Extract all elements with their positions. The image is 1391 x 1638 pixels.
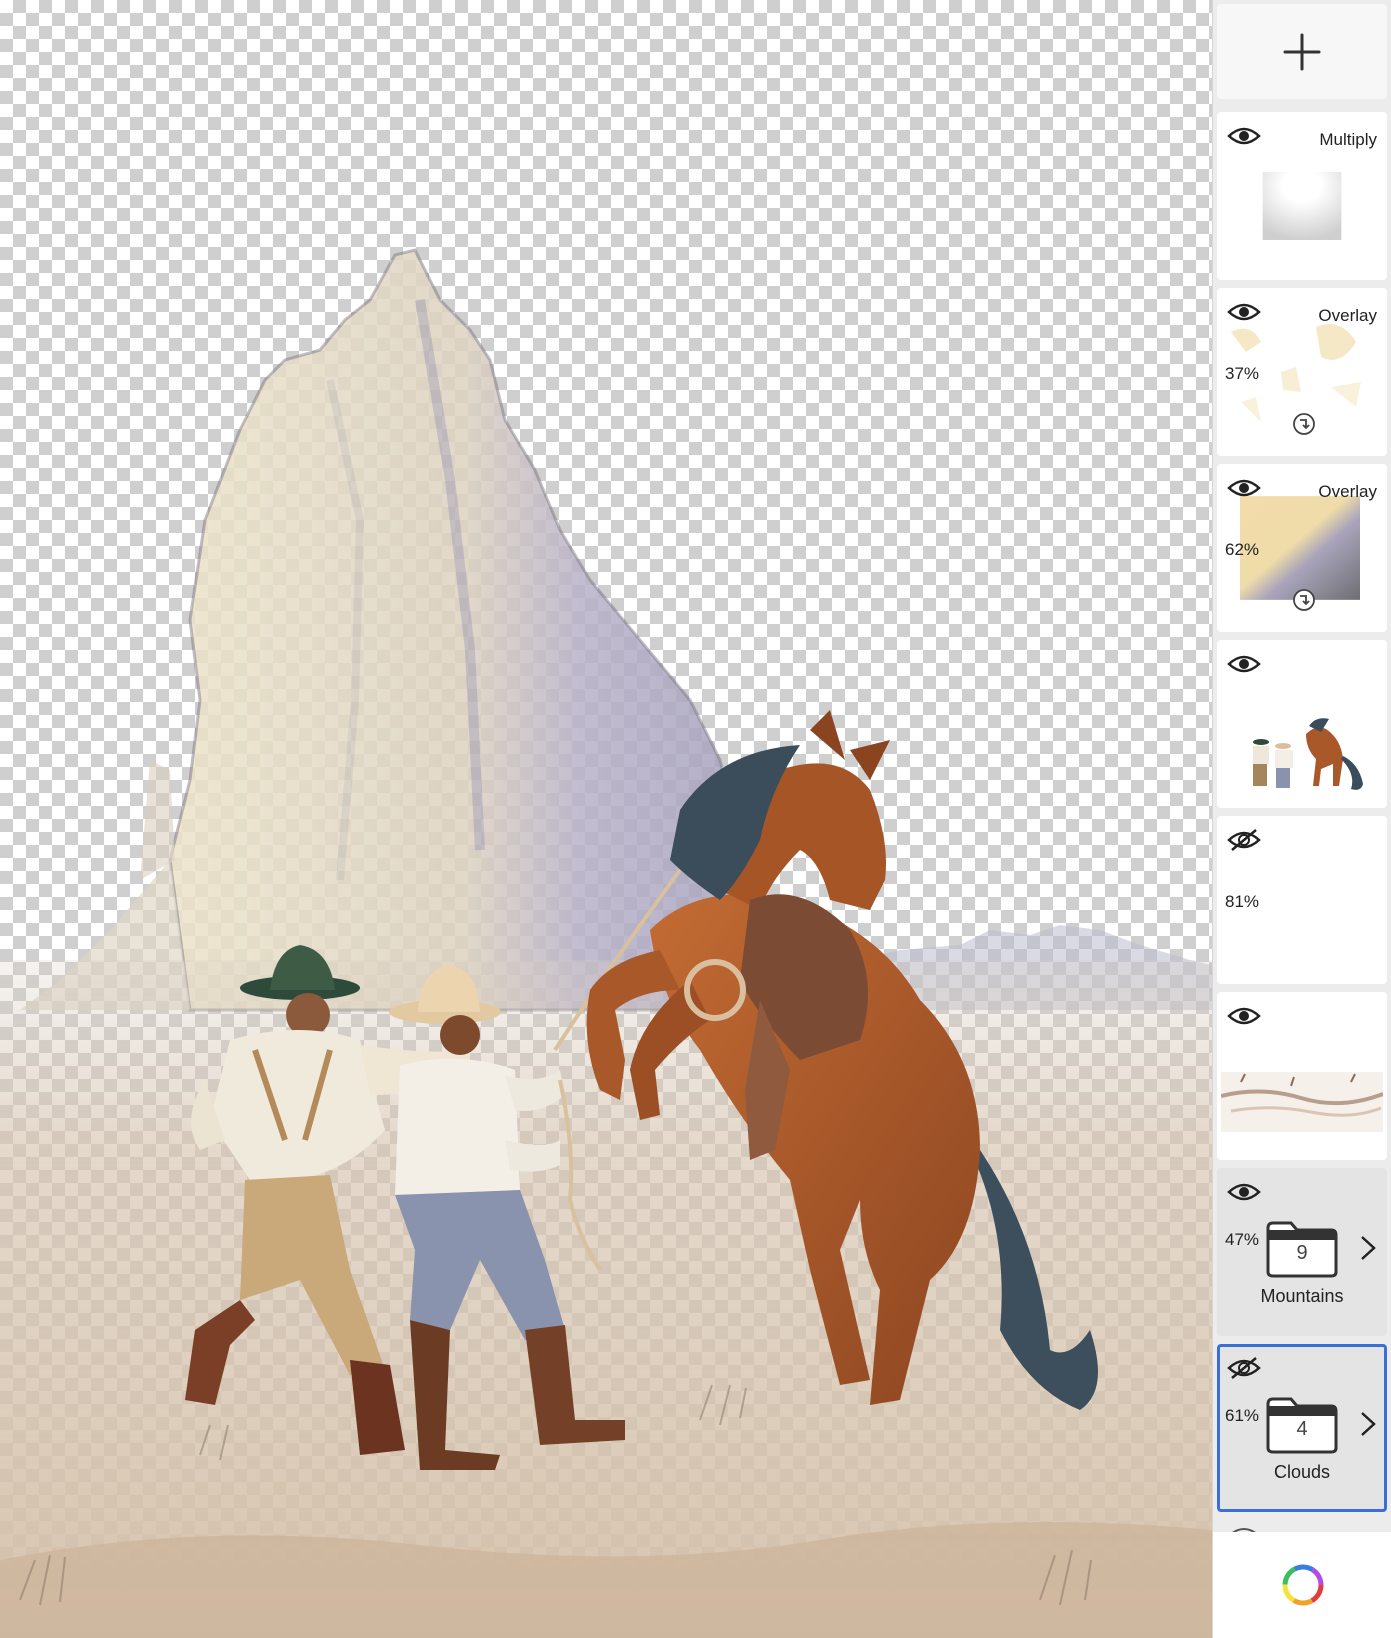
blend-mode-label: Overlay <box>1318 482 1377 501</box>
plus-icon <box>1283 33 1321 70</box>
add-layer-button[interactable] <box>1217 4 1387 99</box>
layer-multiply[interactable]: Multiply <box>1217 112 1387 280</box>
layer-overlay-62[interactable]: Overlay 62% <box>1217 464 1387 632</box>
opacity-label: 61% <box>1225 1406 1260 1425</box>
eye-hidden-icon[interactable] <box>1227 1356 1261 1380</box>
eye-icon[interactable] <box>1227 300 1261 324</box>
clipping-mask-icon <box>1293 413 1315 435</box>
folder-layer-count: 4 <box>1296 1418 1308 1440</box>
opacity-label: 47% <box>1225 1230 1260 1249</box>
layer-overlay-37[interactable]: Overlay 37% <box>1217 288 1387 456</box>
clipping-mask-icon <box>1293 589 1315 611</box>
group-name: Clouds <box>1273 1462 1331 1482</box>
eye-icon[interactable] <box>1227 476 1261 500</box>
layers-panel: Multiply Overlay 37% Overlay 62% 81% 47%… <box>1212 0 1391 1638</box>
blend-mode-label: Overlay <box>1318 306 1377 325</box>
layer-thumbnail <box>1262 172 1342 240</box>
eye-icon[interactable] <box>1227 124 1261 148</box>
drawing-canvas[interactable] <box>0 0 1212 1638</box>
opacity-label: 62% <box>1225 540 1260 559</box>
eye-hidden-icon[interactable] <box>1227 828 1261 852</box>
layer-thumbnail <box>1221 1072 1383 1132</box>
chevron-right-icon[interactable] <box>1359 1234 1377 1262</box>
panel-footer <box>1213 1532 1391 1638</box>
color-wheel-icon[interactable] <box>1280 1562 1326 1608</box>
mesa-rock <box>20 248 762 1012</box>
opacity-label: 37% <box>1225 364 1260 383</box>
eye-icon[interactable] <box>1227 1180 1261 1204</box>
artwork <box>0 248 1212 1638</box>
layer-characters[interactable] <box>1217 640 1387 808</box>
layer-hidden-81[interactable]: 81% <box>1217 816 1387 984</box>
app-window: Multiply Overlay 37% Overlay 62% 81% 47%… <box>0 0 1391 1638</box>
group-mountains[interactable]: 47% 9 Mountains <box>1217 1168 1387 1336</box>
layer-thumbnail <box>1253 718 1363 790</box>
group-name: Mountains <box>1260 1286 1344 1306</box>
opacity-label: 81% <box>1225 892 1260 911</box>
chevron-right-icon[interactable] <box>1359 1410 1377 1438</box>
blend-mode-label: Multiply <box>1319 130 1377 149</box>
folder-layer-count: 9 <box>1296 1242 1308 1264</box>
group-clouds[interactable]: 61% 4 Clouds <box>1217 1344 1387 1512</box>
layer-ground[interactable] <box>1217 992 1387 1160</box>
